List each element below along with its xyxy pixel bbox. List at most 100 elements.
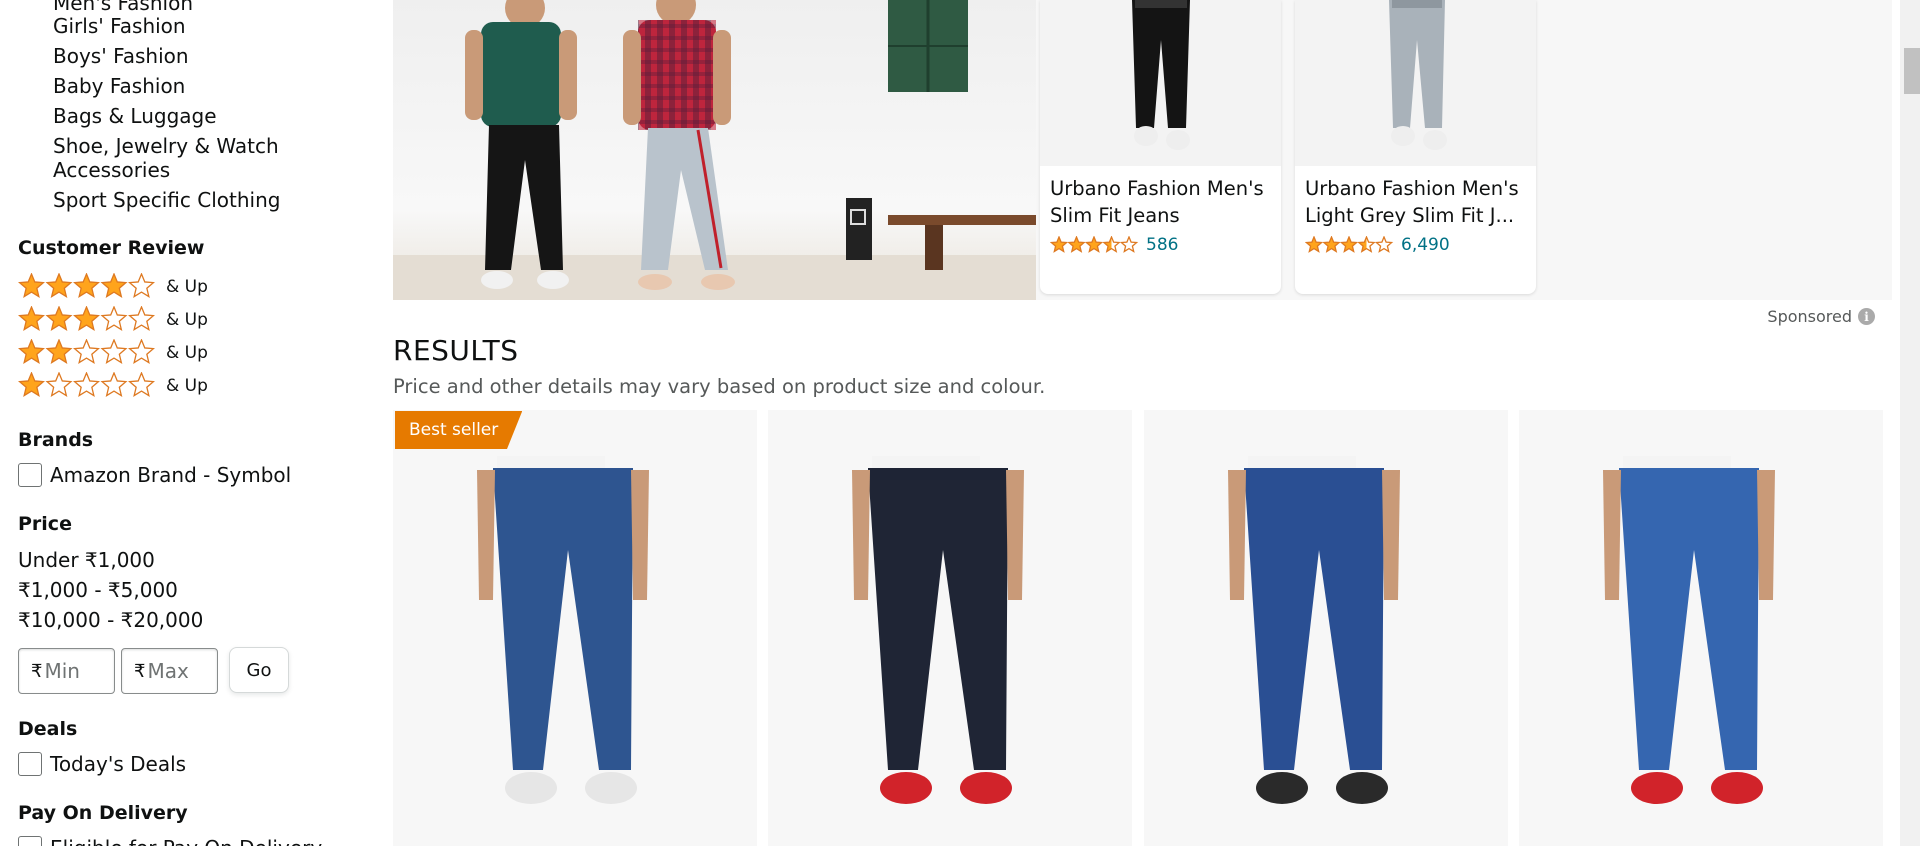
sponsored-text: Sponsored bbox=[1767, 307, 1852, 326]
max-placeholder: Max bbox=[147, 659, 189, 683]
jeans-shape bbox=[868, 468, 1008, 480]
star-icon bbox=[1102, 236, 1121, 253]
jeans-shape bbox=[493, 468, 633, 770]
star-rating-icon bbox=[18, 273, 155, 298]
sponsored-label[interactable]: Sponsored i bbox=[1767, 307, 1875, 326]
checkbox[interactable] bbox=[18, 836, 42, 846]
sponsored-brand-banner[interactable]: Urbano Fashion Men's Slim Fit Jeans 586 … bbox=[393, 0, 1892, 300]
shoe-shape bbox=[1336, 772, 1388, 804]
category-link-baby-fashion[interactable]: Baby Fashion bbox=[53, 74, 185, 99]
jeans-shape bbox=[852, 470, 870, 600]
star-icon bbox=[1067, 236, 1086, 253]
star-icon bbox=[18, 273, 45, 298]
min-price-input[interactable]: ₹ Min bbox=[18, 648, 115, 694]
min-placeholder: Min bbox=[44, 659, 80, 683]
rating-count[interactable]: 6,490 bbox=[1401, 235, 1450, 255]
pay-on-delivery-heading: Pay On Delivery bbox=[18, 802, 188, 824]
star-icon bbox=[18, 339, 45, 364]
product-title-line: Urbano Fashion Men's bbox=[1050, 177, 1264, 200]
product-title[interactable]: Urbano Fashion Men's Light Grey Slim Fit… bbox=[1305, 175, 1527, 229]
star-icon bbox=[1339, 236, 1359, 253]
category-link-girls-fashion[interactable]: Girls' Fashion bbox=[53, 14, 186, 39]
category-link-shoe-jewelry-watch[interactable]: Shoe, Jewelry & Watch bbox=[53, 134, 279, 159]
shoe-shape bbox=[1256, 772, 1308, 804]
review-filter-3-up[interactable]: & Up bbox=[18, 305, 208, 335]
category-link-accessories[interactable]: Accessories bbox=[53, 158, 170, 183]
star-icon bbox=[128, 372, 155, 397]
shoe-shape bbox=[880, 772, 932, 804]
star-icon bbox=[45, 339, 73, 364]
page-scrollbar[interactable] bbox=[1900, 0, 1920, 846]
product-card[interactable] bbox=[1519, 410, 1883, 846]
star-icon bbox=[73, 339, 100, 364]
star-icon bbox=[100, 273, 128, 298]
sponsored-product-card[interactable]: Urbano Fashion Men's Slim Fit Jeans 586 bbox=[1040, 0, 1281, 294]
star-icon bbox=[100, 306, 128, 331]
jeans-shape bbox=[1757, 470, 1775, 600]
jeans-shape bbox=[477, 470, 495, 600]
product-title-line: Urbano Fashion Men's bbox=[1305, 177, 1519, 200]
currency-symbol: ₹ bbox=[134, 660, 146, 682]
scrollbar-thumb[interactable] bbox=[1904, 48, 1920, 94]
checkbox[interactable] bbox=[18, 463, 42, 487]
product-image[interactable] bbox=[1040, 0, 1281, 166]
category-link-sport-specific-clothing[interactable]: Sport Specific Clothing bbox=[53, 188, 280, 213]
jeans-shape bbox=[1228, 470, 1246, 600]
shoe-shape bbox=[585, 772, 637, 804]
category-link-boys-fashion[interactable]: Boys' Fashion bbox=[53, 44, 189, 69]
customer-review-heading: Customer Review bbox=[18, 237, 205, 259]
pay-on-delivery-label: Eligible for Pay On Delivery bbox=[50, 836, 322, 846]
star-icon bbox=[128, 273, 155, 298]
info-icon[interactable]: i bbox=[1858, 308, 1875, 325]
star-icon bbox=[73, 372, 100, 397]
product-image[interactable] bbox=[393, 410, 757, 846]
pay-on-delivery-filter[interactable]: Eligible for Pay On Delivery bbox=[18, 836, 322, 846]
brand-filter-amazon-symbol[interactable]: Amazon Brand - Symbol bbox=[18, 463, 291, 487]
product-image[interactable] bbox=[1519, 410, 1883, 846]
product-title[interactable]: Urbano Fashion Men's Slim Fit Jeans bbox=[1050, 175, 1272, 229]
product-card[interactable] bbox=[1144, 410, 1508, 846]
price-go-button[interactable]: Go bbox=[229, 647, 289, 693]
jeans-shape bbox=[868, 468, 1008, 770]
todays-deals-filter[interactable]: Today's Deals bbox=[18, 752, 186, 776]
product-card[interactable] bbox=[768, 410, 1132, 846]
models-in-jeans-illustration bbox=[393, 0, 1036, 300]
star-rating-icon bbox=[1305, 236, 1394, 253]
price-range-10000-20000[interactable]: ₹10,000 - ₹20,000 bbox=[18, 608, 203, 632]
price-range-under-1000[interactable]: Under ₹1,000 bbox=[18, 548, 155, 572]
rating-count[interactable]: 586 bbox=[1146, 235, 1178, 255]
star-icon bbox=[100, 339, 128, 364]
star-icon bbox=[18, 306, 45, 331]
star-rating-icon bbox=[18, 306, 155, 331]
review-filter-2-up[interactable]: & Up bbox=[18, 338, 208, 368]
shoe-shape bbox=[1631, 772, 1683, 804]
checkbox[interactable] bbox=[18, 752, 42, 776]
product-image[interactable] bbox=[768, 410, 1132, 846]
results-heading: RESULTS bbox=[393, 334, 519, 367]
product-image[interactable] bbox=[1144, 410, 1508, 846]
hero-lifestyle-image[interactable] bbox=[393, 0, 1036, 300]
jeans-shape bbox=[1603, 470, 1621, 600]
star-icon bbox=[45, 372, 73, 397]
star-icon bbox=[73, 306, 100, 331]
black-jeans-image bbox=[1132, 0, 1190, 150]
star-icon bbox=[73, 273, 100, 298]
price-range-1000-5000[interactable]: ₹1,000 - ₹5,000 bbox=[18, 578, 178, 602]
product-rating[interactable]: 6,490 bbox=[1305, 235, 1450, 255]
sponsored-product-card[interactable]: Urbano Fashion Men's Light Grey Slim Fit… bbox=[1295, 0, 1536, 294]
star-icon bbox=[128, 306, 155, 331]
and-up-label: & Up bbox=[166, 310, 208, 330]
max-price-input[interactable]: ₹ Max bbox=[121, 648, 218, 694]
star-icon bbox=[1119, 236, 1139, 253]
star-icon bbox=[18, 372, 45, 397]
star-icon bbox=[1374, 236, 1394, 253]
and-up-label: & Up bbox=[166, 277, 208, 297]
star-rating-icon bbox=[1050, 236, 1139, 253]
review-filter-4-up[interactable]: & Up bbox=[18, 272, 208, 302]
category-link-bags-luggage[interactable]: Bags & Luggage bbox=[53, 104, 217, 129]
product-card[interactable]: Best seller bbox=[393, 410, 757, 846]
results-disclaimer: Price and other details may vary based o… bbox=[393, 375, 1046, 398]
product-rating[interactable]: 586 bbox=[1050, 235, 1178, 255]
review-filter-1-up[interactable]: & Up bbox=[18, 371, 208, 401]
product-image[interactable] bbox=[1295, 0, 1536, 166]
